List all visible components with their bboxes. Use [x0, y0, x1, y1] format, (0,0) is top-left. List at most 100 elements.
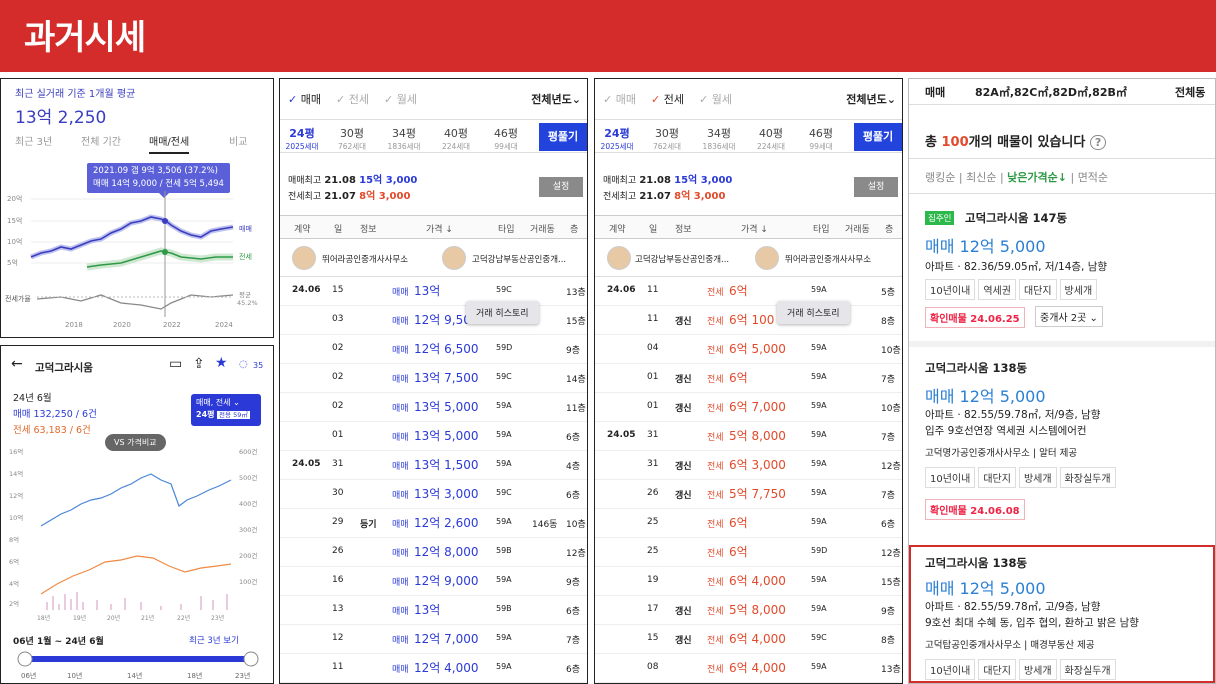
- table-row[interactable]: 17 갱신 전세 5억 8,000 59A 9층: [595, 596, 902, 625]
- size-46[interactable]: 46평 99세대: [799, 125, 843, 152]
- size-tabs: 24평 2025세대 30평 762세대 34평 1836세대 40평 224세대 46…: [280, 119, 587, 153]
- tab-all-period[interactable]: 전체 기간: [81, 133, 121, 148]
- table-row[interactable]: 30 매매 13억 3,000 59C 6층: [280, 480, 587, 509]
- year-select[interactable]: 전체년도⌄: [846, 91, 896, 107]
- table-row[interactable]: 02 매매 13억 7,500 59C 14층: [280, 364, 587, 393]
- table-row[interactable]: 24.05 31 매매 13억 1,500 59A 4층: [280, 451, 587, 480]
- agent-name[interactable]: 뛰어라공인중개사사무소: [785, 253, 871, 265]
- table-row[interactable]: 01 갱신 전세 6억 59A 7층: [595, 364, 902, 393]
- history-tooltip[interactable]: 거래 히스토리: [777, 301, 850, 324]
- table-row[interactable]: 01 매매 13억 5,000 59A 6층: [280, 422, 587, 451]
- range-slider[interactable]: 06년 10년 14년 18년 23년: [1, 648, 273, 684]
- table-row[interactable]: 02 매매 13억 5,000 59A 11층: [280, 393, 587, 422]
- tab-sale[interactable]: ✓ 매매: [288, 91, 321, 107]
- map-icon[interactable]: ▭: [169, 356, 182, 372]
- table-row[interactable]: 04 전세 6억 5,000 59A 10층: [595, 335, 902, 364]
- table-row[interactable]: 12 매매 12억 7,000 59A 7층: [280, 625, 587, 654]
- table-row[interactable]: 24.06 15 매매 13억 59C 13층: [280, 277, 587, 306]
- table-row[interactable]: 29 등기 매매 12억 2,600 59A 146동 10층: [280, 509, 587, 538]
- table-row[interactable]: 24.05 31 전세 5억 8,000 59A 7층: [595, 422, 902, 451]
- recent-3y-link[interactable]: 최근 3년 보기: [189, 634, 239, 646]
- sort-area[interactable]: 면적순: [1078, 171, 1108, 184]
- slider-handle-end[interactable]: [243, 651, 259, 667]
- help-icon[interactable]: ?: [1089, 135, 1107, 150]
- table-row[interactable]: 25 전세 6억 59D 12층: [595, 538, 902, 567]
- header-price[interactable]: 가격 ↓: [741, 222, 768, 235]
- table-row[interactable]: 02 매매 12억 6,500 59D 9층: [280, 335, 587, 364]
- filter-dropdown[interactable]: 매매, 전세 ⌄ 24평 전용 59㎡: [191, 394, 261, 426]
- chat-icon[interactable]: ◌: [239, 359, 248, 370]
- size-30[interactable]: 30평 762세대: [330, 125, 374, 152]
- year-select[interactable]: 전체년도⌄: [531, 91, 581, 107]
- table-row[interactable]: 03 매매 12억 9,50 15층: [280, 306, 587, 335]
- cell-d: 19: [647, 575, 659, 585]
- tab-compare[interactable]: 비교: [229, 133, 247, 148]
- history-tooltip[interactable]: 거래 히스토리: [466, 301, 539, 324]
- cell-k: 전세: [707, 317, 724, 327]
- y-tick: 4억: [9, 580, 19, 588]
- table-row[interactable]: 15 갱신 전세 6억 4,000 59C 8층: [595, 625, 902, 654]
- expand-size-button[interactable]: 평풀기: [539, 123, 587, 151]
- table-row[interactable]: 25 전세 6억 59A 6층: [595, 509, 902, 538]
- size-34[interactable]: 34평 1836세대: [382, 125, 426, 152]
- table-row[interactable]: 24.06 11 전세 6억 59A 5층: [595, 277, 902, 306]
- chevron-down-icon: ⌄: [233, 398, 240, 407]
- tab-sale[interactable]: ✓ 매매: [603, 91, 636, 107]
- agent-name[interactable]: 뛰어라공인중개사사무소: [322, 253, 408, 265]
- header-price[interactable]: 가격 ↓: [426, 222, 453, 235]
- expand-size-button[interactable]: 평풀기: [854, 123, 902, 151]
- size-34[interactable]: 34평 1836세대: [697, 125, 741, 152]
- header-info: 정보: [675, 225, 692, 235]
- size-40[interactable]: 40평 224세대: [434, 125, 478, 152]
- table-row[interactable]: 26 갱신 전세 5억 7,750 59A 7층: [595, 480, 902, 509]
- tab-jeonse[interactable]: ✓ 전세: [336, 91, 369, 107]
- size-40[interactable]: 40평 224세대: [749, 125, 793, 152]
- agent-name[interactable]: 고덕강남부동산공인중개...: [472, 253, 566, 265]
- table-row[interactable]: 26 매매 12억 8,000 59B 12층: [280, 538, 587, 567]
- star-icon[interactable]: ★: [215, 355, 228, 371]
- filter-sizes[interactable]: 82A㎡,82C㎡,82D㎡,82B㎡: [975, 84, 1127, 100]
- share-icon[interactable]: ⇪: [193, 356, 205, 372]
- size-24[interactable]: 24평 2025세대: [595, 125, 639, 152]
- x-tick: 23년: [211, 614, 224, 622]
- table-row[interactable]: 11 매매 12억 4,000 59A 6층: [280, 654, 587, 683]
- table-row[interactable]: 13 매매 13억 59B 6층: [280, 596, 587, 625]
- divider: [909, 341, 1215, 347]
- settings-button[interactable]: 설정: [539, 177, 583, 197]
- complex-chart[interactable]: 16억 14억 12억 10억 8억 6억 4억 2억 600건 500건 40…: [1, 444, 273, 622]
- table-row[interactable]: 31 갱신 전세 6억 3,000 59A 12층: [595, 451, 902, 480]
- tab-recent-3y[interactable]: 최근 3년: [15, 133, 52, 148]
- settings-button[interactable]: 설정: [854, 177, 898, 197]
- broker-dropdown[interactable]: 중개사 2곳 ⌄: [1035, 306, 1103, 327]
- table-row[interactable]: 01 갱신 전세 6억 7,000 59A 10층: [595, 393, 902, 422]
- tab-monthly[interactable]: ✓ 월세: [384, 91, 417, 107]
- cursor-dot-sale: [162, 218, 168, 224]
- size-24[interactable]: 24평 2025세대: [280, 125, 324, 152]
- table-row[interactable]: 08 전세 6억 4,000 59A 13층: [595, 654, 902, 683]
- tab-sale-jeonse[interactable]: 매매/전세: [149, 133, 190, 154]
- filter-buildings[interactable]: 전체동: [1175, 84, 1205, 100]
- cell-f: 6층: [566, 665, 581, 675]
- table-row[interactable]: 11 갱신 전세 6억 100 8층: [595, 306, 902, 335]
- sale-series: [40, 473, 232, 527]
- sort-latest[interactable]: 최신순: [966, 171, 996, 184]
- listing-agent[interactable]: 고덕탑공인중개사사무소 | 매경부동산 제공: [925, 637, 1095, 651]
- size-46[interactable]: 46평 99세대: [484, 125, 528, 152]
- listing-agent[interactable]: 고덕명가공인중개사사무소 | 알터 제공: [925, 445, 1077, 459]
- tab-monthly[interactable]: ✓ 월세: [699, 91, 732, 107]
- tab-jeonse[interactable]: ✓ 전세: [651, 91, 684, 107]
- cell-t: 59A: [811, 662, 827, 671]
- sort-low-price[interactable]: 낮은가격순↓: [1007, 171, 1067, 184]
- trend-chart[interactable]: 20억 15억 10억 5억 매매 전세 전세가율 평균 45.2% 2018 …: [1, 191, 273, 338]
- agent-name[interactable]: 고덕강남부동산공인중개...: [635, 253, 729, 265]
- filter-deal-type[interactable]: 매매: [925, 84, 945, 100]
- table-row[interactable]: 19 전세 6억 4,000 59A 15층: [595, 567, 902, 596]
- jeonse-transactions-panel: ✓ 매매 ✓ 전세 ✓ 월세 전체년도⌄ 24평 2025세대 30평 762세대 …: [594, 78, 903, 684]
- cell-p: 6억: [729, 516, 748, 530]
- slider-handle-start[interactable]: [17, 651, 33, 667]
- cell-d: 11: [647, 314, 659, 324]
- back-arrow-icon[interactable]: ←: [11, 356, 23, 372]
- sort-ranking[interactable]: 랭킹순: [925, 171, 955, 184]
- size-30[interactable]: 30평 762세대: [645, 125, 689, 152]
- table-row[interactable]: 16 매매 12억 9,000 59A 9층: [280, 567, 587, 596]
